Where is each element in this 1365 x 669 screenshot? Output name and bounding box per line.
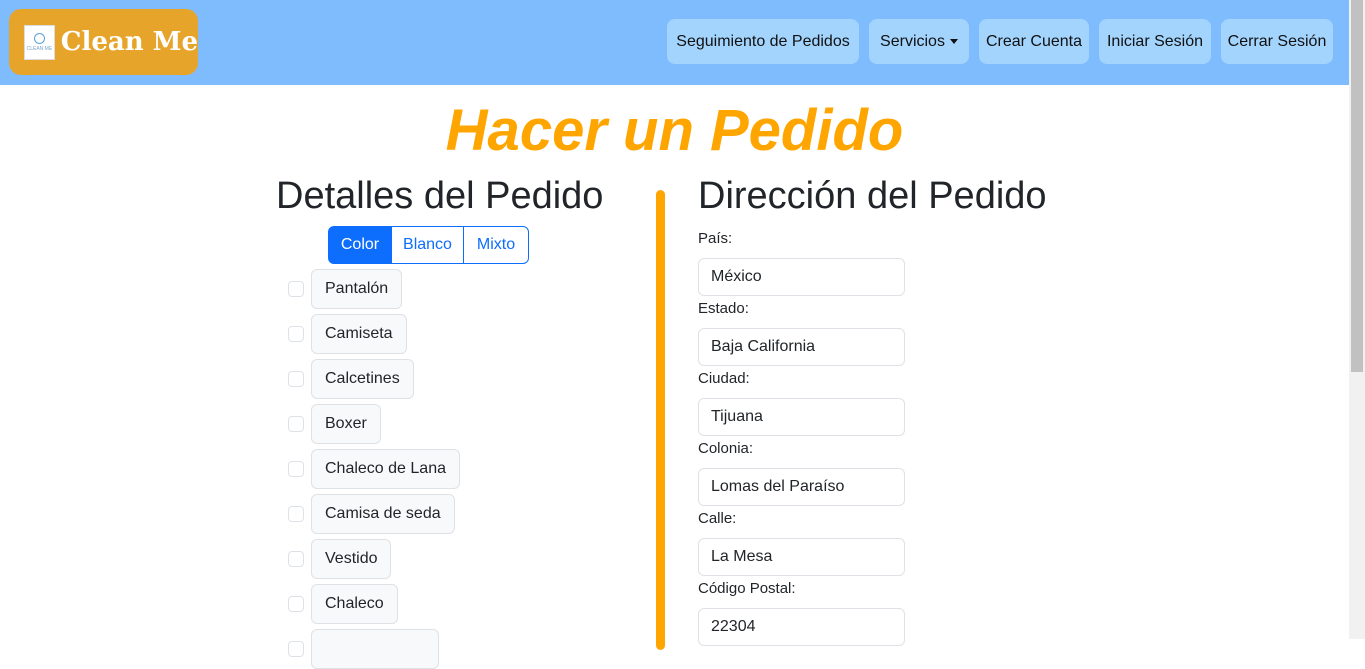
page-scrollbar[interactable] — [1349, 0, 1365, 639]
toggle-mixto[interactable]: Mixto — [463, 226, 529, 264]
nav-label: Iniciar Sesión — [1106, 32, 1204, 50]
neighborhood-label: Colonia: — [698, 440, 754, 457]
logo-text: CLEAN ME — [26, 45, 53, 52]
item-checkbox[interactable] — [288, 281, 304, 297]
order-details-heading: Detalles del Pedido — [276, 175, 604, 217]
item-label[interactable] — [311, 629, 439, 669]
list-item: Camisa de seda — [288, 494, 455, 534]
toggle-blanco[interactable]: Blanco — [391, 226, 464, 264]
item-label[interactable]: Camisa de seda — [311, 494, 455, 534]
item-checkbox[interactable] — [288, 371, 304, 387]
scrollbar-thumb[interactable] — [1351, 0, 1363, 372]
list-item: Calcetines — [288, 359, 414, 399]
laundry-type-toggle: Color Blanco Mixto — [328, 226, 529, 264]
item-label[interactable]: Camiseta — [311, 314, 407, 354]
country-field[interactable]: México — [698, 258, 905, 296]
nav-label: Seguimiento de Pedidos — [676, 32, 850, 50]
order-address-heading: Dirección del Pedido — [698, 175, 1047, 217]
list-item: Chaleco — [288, 584, 398, 624]
list-item — [288, 629, 439, 669]
list-item: Pantalón — [288, 269, 403, 309]
street-label: Calle: — [698, 510, 737, 527]
brand-logo: CLEAN ME — [24, 24, 55, 60]
postal-code-label: Código Postal: — [698, 580, 796, 597]
item-checkbox[interactable] — [288, 326, 304, 342]
state-label: Estado: — [698, 300, 749, 317]
item-checkbox[interactable] — [288, 461, 304, 477]
nav-logout[interactable]: Cerrar Sesión — [1221, 19, 1333, 64]
item-label[interactable]: Boxer — [311, 404, 381, 444]
country-label: País: — [698, 230, 733, 247]
city-label: Ciudad: — [698, 370, 750, 387]
item-label[interactable]: Chaleco — [311, 584, 398, 624]
item-label[interactable]: Vestido — [311, 539, 392, 579]
street-field[interactable]: La Mesa — [698, 538, 905, 576]
neighborhood-field[interactable]: Lomas del Paraíso — [698, 468, 905, 506]
item-label[interactable]: Calcetines — [311, 359, 414, 399]
city-field[interactable]: Tijuana — [698, 398, 905, 436]
item-label[interactable]: Pantalón — [311, 269, 403, 309]
item-checkbox[interactable] — [288, 551, 304, 567]
logo-ring-icon — [33, 32, 45, 44]
nav-label: Cerrar Sesión — [1227, 32, 1327, 50]
section-divider — [656, 190, 665, 650]
item-checkbox[interactable] — [288, 506, 304, 522]
item-checkbox[interactable] — [288, 641, 304, 657]
nav-login[interactable]: Iniciar Sesión — [1099, 19, 1211, 64]
caret-down-icon — [949, 39, 958, 44]
state-field[interactable]: Baja California — [698, 328, 905, 366]
postal-code-field[interactable]: 22304 — [698, 608, 905, 646]
brand-name: Clean Me — [60, 27, 198, 57]
nav-label: Servicios — [880, 32, 945, 50]
item-label[interactable]: Chaleco de Lana — [311, 449, 460, 489]
nav-services-dropdown[interactable]: Servicios — [869, 19, 969, 64]
navbar: CLEAN ME Clean Me Seguimiento de Pedidos… — [0, 0, 1349, 85]
list-item: Camiseta — [288, 314, 407, 354]
item-checkbox[interactable] — [288, 596, 304, 612]
nav-label: Crear Cuenta — [985, 32, 1083, 50]
list-item: Chaleco de Lana — [288, 449, 460, 489]
page-title: Hacer un Pedido — [445, 98, 904, 163]
list-item: Boxer — [288, 404, 381, 444]
toggle-color[interactable]: Color — [328, 226, 392, 264]
brand-home-link[interactable]: CLEAN ME Clean Me — [9, 9, 198, 75]
item-checkbox[interactable] — [288, 416, 304, 432]
nav-order-tracking[interactable]: Seguimiento de Pedidos — [667, 19, 859, 64]
nav-create-account[interactable]: Crear Cuenta — [979, 19, 1089, 64]
list-item: Vestido — [288, 539, 392, 579]
